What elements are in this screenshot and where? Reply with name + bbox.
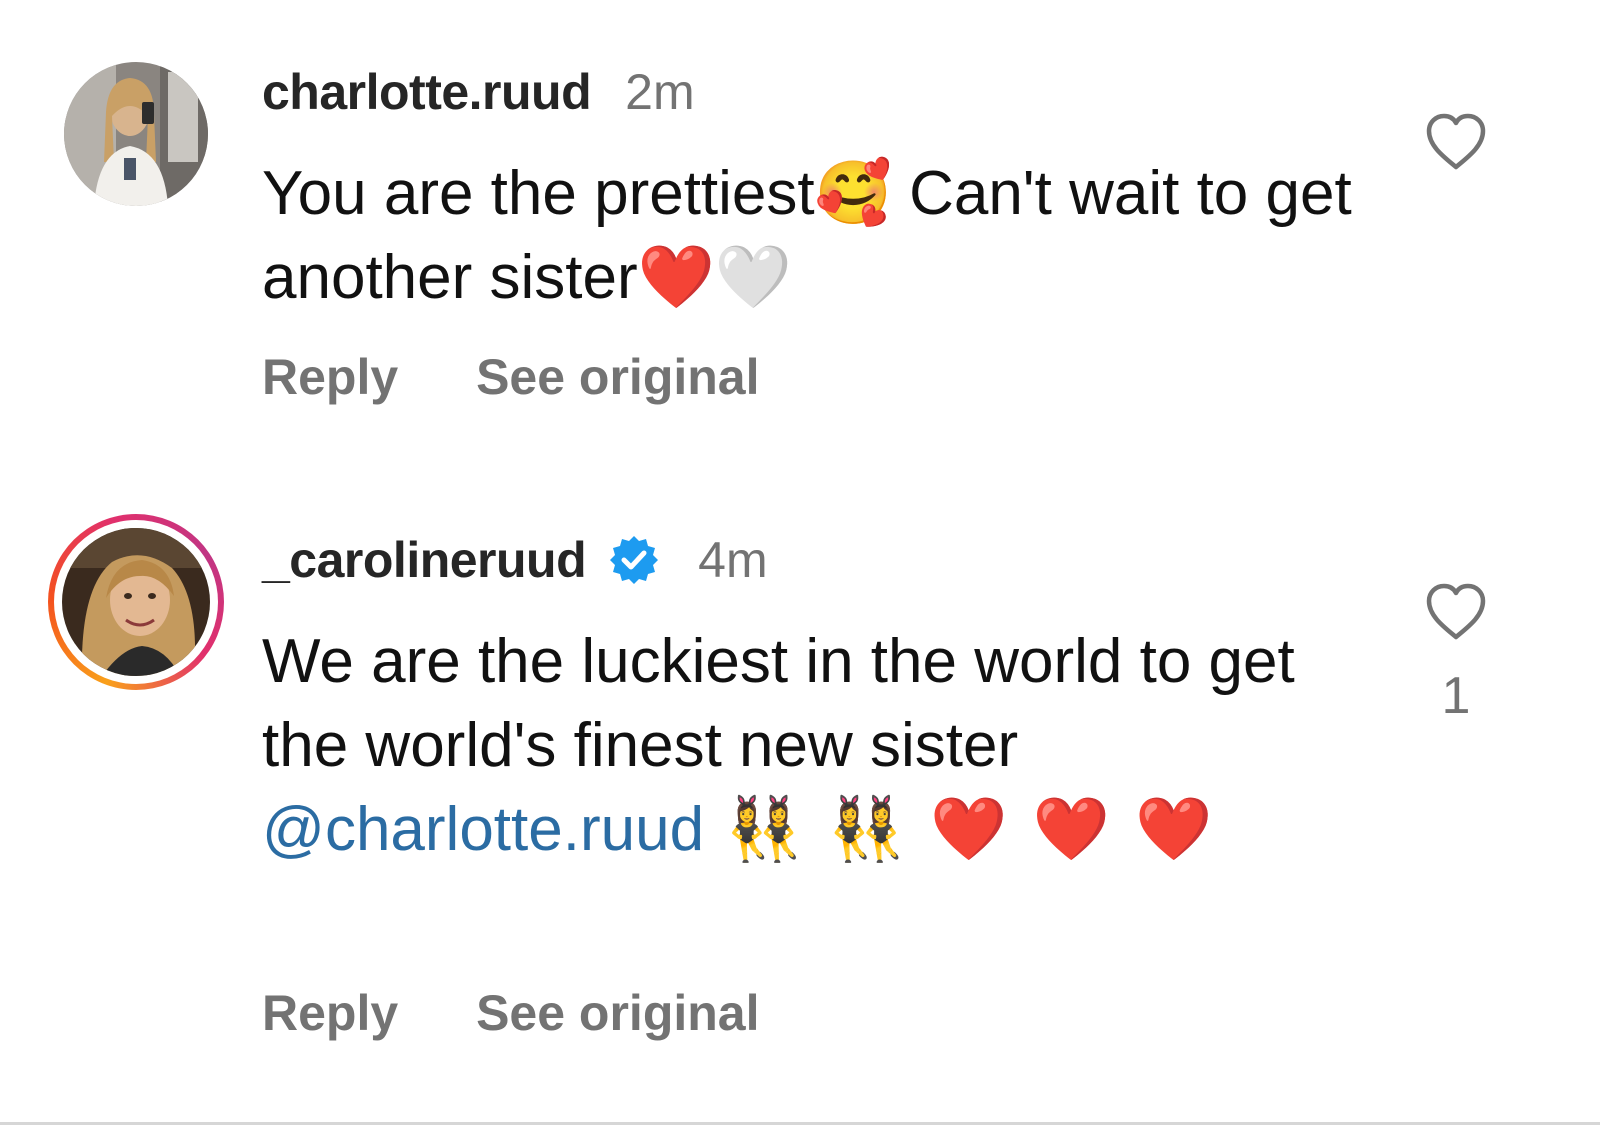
- like-button[interactable]: [1424, 112, 1488, 172]
- comment-text: You are the prettiest🥰 Can't wait to get…: [262, 159, 1352, 312]
- username[interactable]: _carolineruud: [262, 531, 587, 589]
- like-count: 1: [1441, 667, 1471, 725]
- timestamp: 2m: [625, 64, 695, 120]
- username[interactable]: charlotte.ruud: [262, 63, 592, 121]
- heart-outline-icon: [1426, 583, 1486, 640]
- see-original-button[interactable]: See original: [476, 348, 759, 406]
- comment-actions: Reply See original: [262, 348, 760, 406]
- comment-header: charlotte.ruud 2m: [262, 60, 695, 124]
- reply-button[interactable]: Reply: [262, 984, 398, 1042]
- divider: [0, 1122, 1600, 1125]
- story-ring[interactable]: [48, 514, 224, 690]
- comment-emoji: 👯‍♀️ 👯‍♀️ ❤️ ❤️ ❤️: [704, 795, 1217, 864]
- avatar[interactable]: [64, 62, 208, 206]
- timestamp: 4m: [698, 532, 768, 588]
- heart-outline-icon: [1426, 113, 1486, 170]
- comment-text-part: We are the luckiest in the world to get …: [262, 627, 1295, 780]
- mention-link[interactable]: @charlotte.ruud: [262, 795, 704, 864]
- avatar-photo: [62, 528, 210, 676]
- comment-item: charlotte.ruud 2m You are the prettiest🥰…: [0, 0, 1600, 470]
- verified-badge-icon: [608, 534, 660, 586]
- comment-text: We are the luckiest in the world to get …: [262, 620, 1382, 872]
- comment-actions: Reply See original: [262, 984, 760, 1042]
- like-button[interactable]: [1424, 582, 1488, 642]
- avatar-photo: [64, 62, 208, 206]
- comment-item: _carolineruud 4m We are the luckiest in …: [0, 470, 1600, 1146]
- avatar: [62, 528, 210, 676]
- comment-header: _carolineruud 4m: [262, 528, 768, 592]
- reply-button[interactable]: Reply: [262, 348, 398, 406]
- see-original-button[interactable]: See original: [476, 984, 759, 1042]
